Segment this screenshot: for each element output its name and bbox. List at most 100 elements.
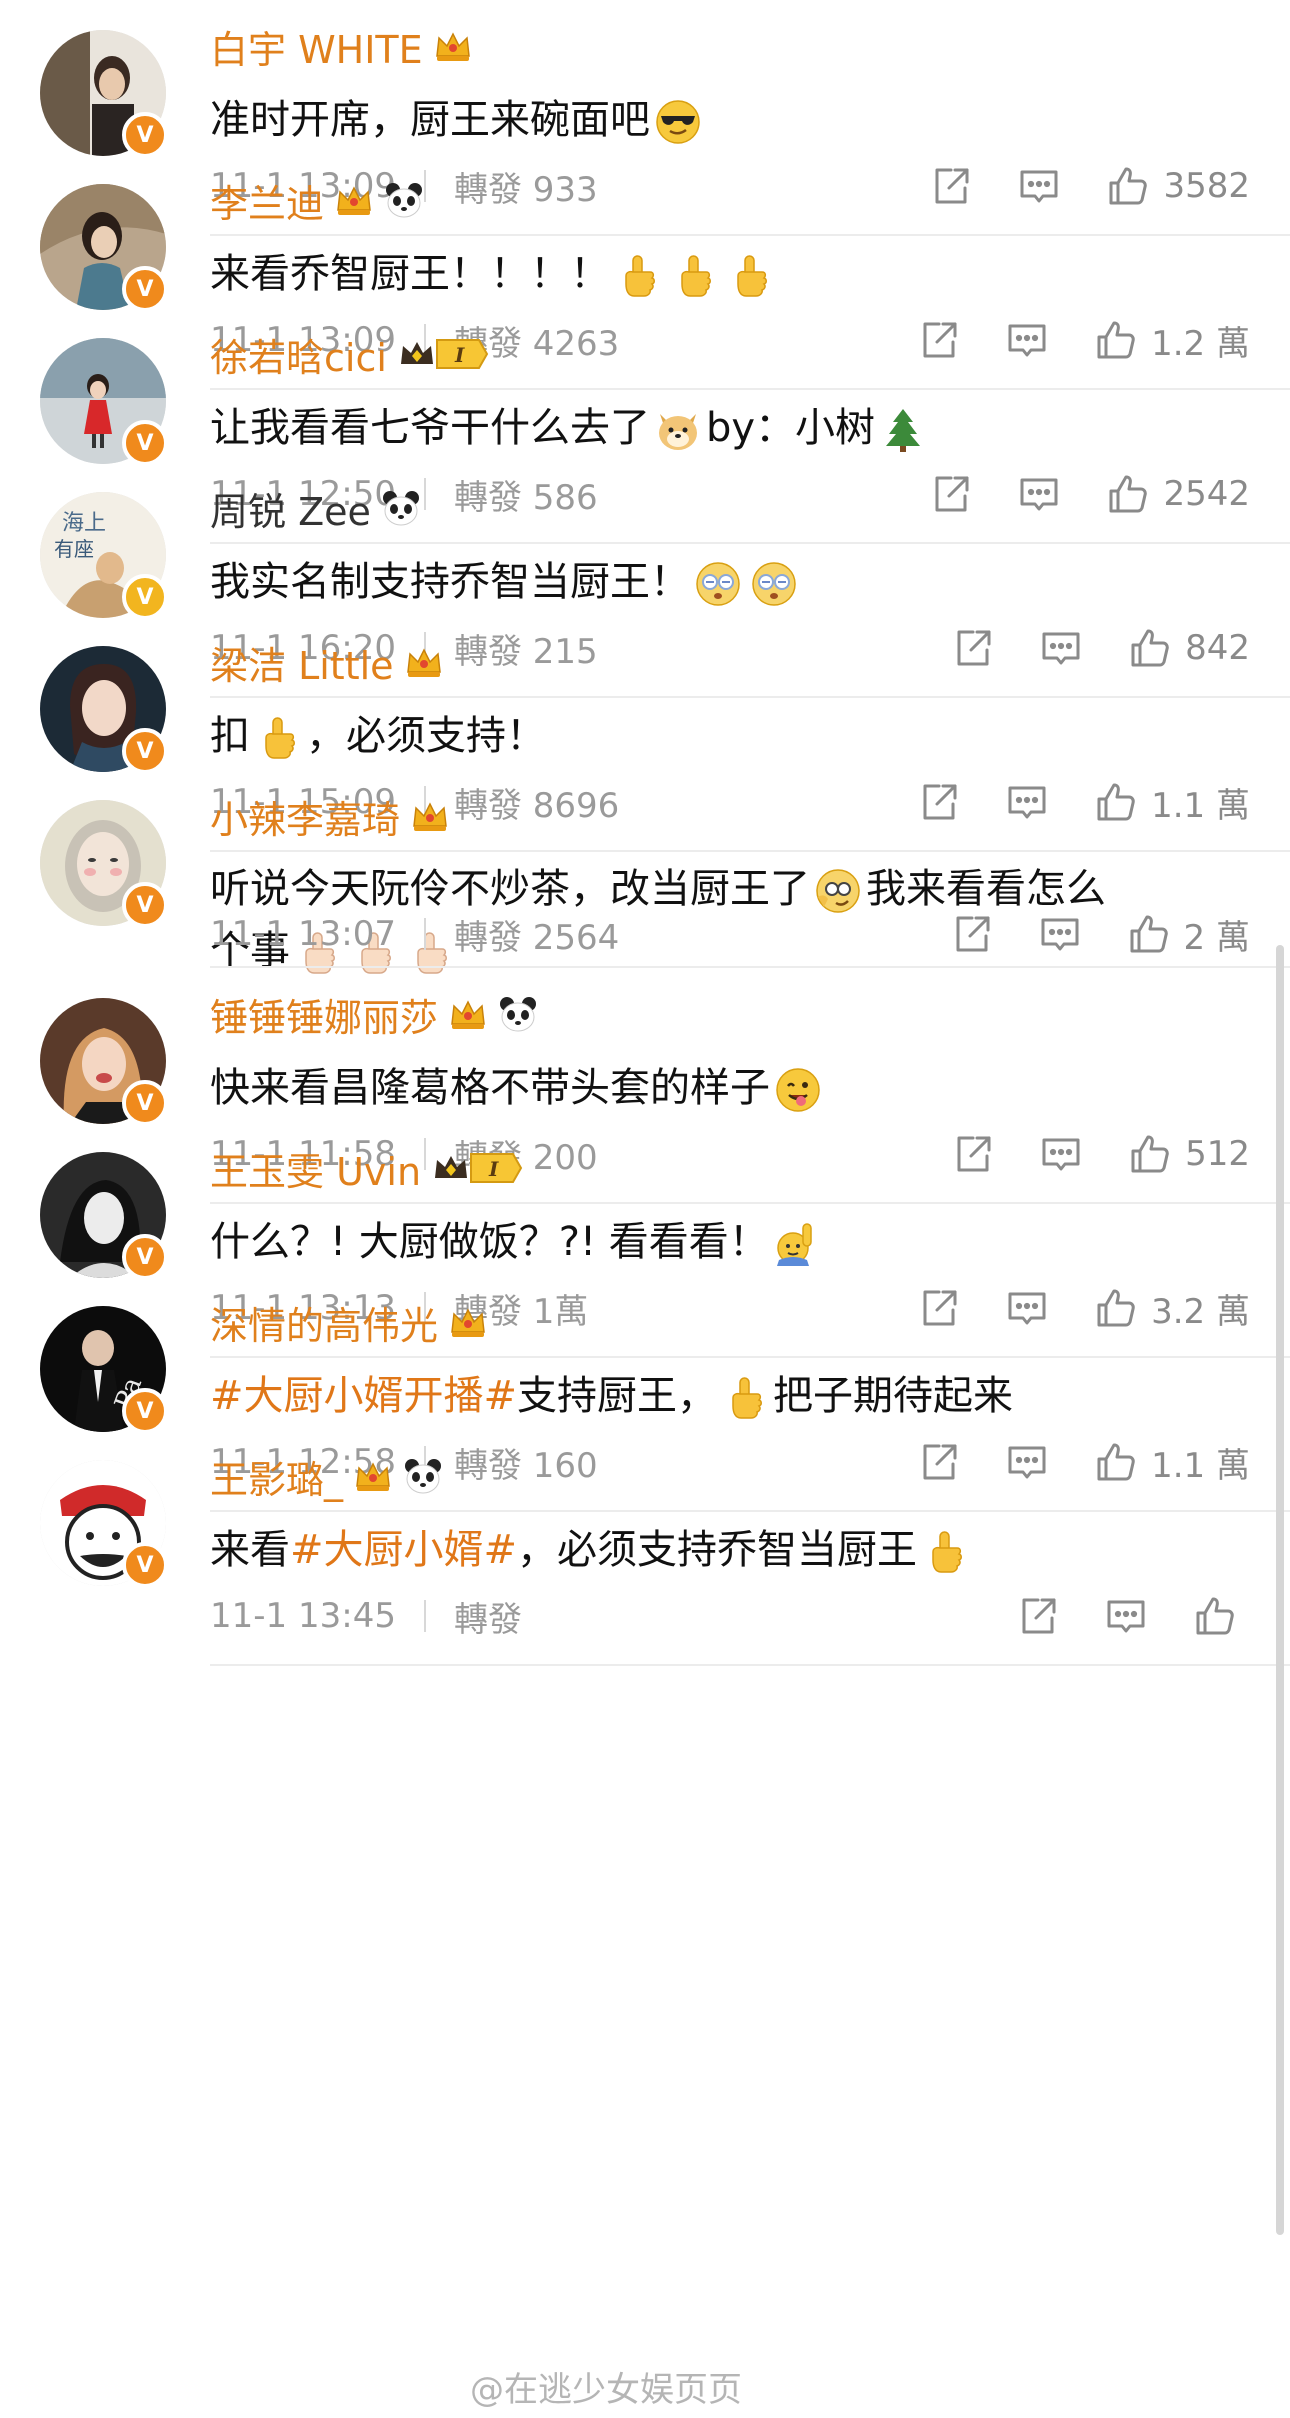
repost-count[interactable]: 轉發 bbox=[454, 1592, 522, 1641]
repost-count[interactable]: 轉發 2564 bbox=[454, 910, 619, 959]
verified-badge-icon: V bbox=[122, 728, 168, 774]
cool-emoji-icon bbox=[654, 98, 702, 146]
name-row: 周锐 Zee bbox=[210, 480, 421, 536]
tree-emoji-icon bbox=[879, 406, 927, 454]
name-row: 王影璐_ bbox=[210, 1448, 443, 1504]
comment-text-segment: 我来看看怎么 bbox=[866, 866, 1106, 912]
verified-badge-icon: V bbox=[122, 1542, 168, 1588]
name-row: 梁洁 Little bbox=[210, 634, 444, 690]
verified-badge-icon: V bbox=[122, 1234, 168, 1280]
comment-feed: V 白宇 WHITE 准时开席，厨王来碗面吧 11-1 13:09 轉發 933 3582… bbox=[0, 0, 1290, 2418]
comment-text: 来看乔智厨王！！！！ bbox=[210, 242, 1250, 306]
row-divider bbox=[210, 1664, 1290, 1666]
point-up-emoji-icon bbox=[614, 252, 662, 300]
crown-icon bbox=[410, 798, 450, 834]
like-count: 2 萬 bbox=[1183, 917, 1250, 958]
action-bar: 2 萬 bbox=[950, 908, 1250, 960]
username[interactable]: 白宇 WHITE bbox=[210, 19, 423, 74]
verified-badge-icon: V bbox=[122, 266, 168, 312]
name-row: 白宇 WHITE bbox=[210, 18, 473, 74]
comment-text-segment: 快来看昌隆葛格不带头套的样子 bbox=[210, 1065, 770, 1111]
comment-text-segment: 把子期待起来 bbox=[773, 1373, 1014, 1419]
meta-row: 11-1 13:45 轉發 bbox=[210, 1590, 1250, 1642]
svg-text:海上: 海上 bbox=[62, 511, 106, 536]
username[interactable]: 小辣李嘉琦 bbox=[210, 789, 400, 844]
crown-icon bbox=[448, 1304, 488, 1340]
point-up-emoji-icon bbox=[254, 714, 302, 762]
comment-text: 扣 ，必须支持！ bbox=[210, 704, 1250, 768]
panda-icon bbox=[381, 489, 421, 527]
comment-text-segment: 我实名制支持乔智当厨王！ bbox=[210, 559, 690, 605]
raise-emoji-icon bbox=[773, 1220, 821, 1268]
membership-level-badge-icon: I bbox=[431, 1148, 523, 1188]
username[interactable]: 王玉雯 Uvin bbox=[210, 1141, 421, 1196]
timestamp: 11-1 13:07 bbox=[210, 914, 396, 954]
verified-badge-icon: V bbox=[122, 882, 168, 928]
share-button[interactable] bbox=[1016, 1594, 1060, 1638]
svg-text:I: I bbox=[488, 1157, 499, 1181]
point-up-emoji-icon bbox=[721, 1374, 769, 1422]
comment-text-segment: ，必须支持！ bbox=[306, 713, 546, 759]
username[interactable]: 李兰迪 bbox=[210, 173, 324, 228]
timestamp: 11-1 13:45 bbox=[210, 1596, 396, 1636]
crown-icon bbox=[404, 644, 444, 680]
name-row: 王玉雯 Uvin I bbox=[210, 1140, 523, 1196]
tongue-emoji-icon bbox=[774, 1066, 822, 1114]
verified-badge-icon: V bbox=[122, 420, 168, 466]
name-row: 李兰迪 bbox=[210, 172, 424, 228]
svg-text:有座: 有座 bbox=[54, 537, 94, 561]
share-button[interactable] bbox=[950, 912, 994, 956]
panda-icon bbox=[384, 181, 424, 219]
verified-badge-icon: V bbox=[122, 1080, 168, 1126]
like-button[interactable] bbox=[1192, 1594, 1250, 1638]
comment-text: 准时开席，厨王来碗面吧 bbox=[210, 88, 1250, 152]
dizzy-emoji-icon bbox=[750, 560, 798, 608]
comment-text-segment: 来看乔智厨王！！！！ bbox=[210, 251, 610, 297]
dog-emoji-icon bbox=[654, 406, 702, 454]
comment-text-segment: 来看 bbox=[210, 1527, 290, 1573]
comment-text: #大厨小婿开播#支持厨王， 把子期待起来 bbox=[210, 1364, 1250, 1428]
comment-text-segment: 支持厨王， bbox=[517, 1373, 718, 1419]
username[interactable]: 王影璐_ bbox=[210, 1449, 343, 1504]
comment-text: 我实名制支持乔智当厨王！ bbox=[210, 550, 1250, 614]
hashtag-link[interactable]: #大厨小婿# bbox=[290, 1527, 517, 1573]
comment-text: 让我看看七爷干什么去了 by：小树 bbox=[210, 396, 1250, 460]
dizzy-emoji-icon bbox=[694, 560, 742, 608]
point-up-emoji-icon bbox=[921, 1528, 969, 1576]
divider bbox=[423, 1600, 426, 1632]
verified-badge-icon: V bbox=[122, 1388, 168, 1434]
username[interactable]: 梁洁 Little bbox=[210, 635, 394, 690]
panda-icon bbox=[498, 995, 538, 1033]
comment-button[interactable] bbox=[1104, 1594, 1148, 1638]
comment-text: 什么？! 大厨做饭？?! 看看看！ bbox=[210, 1210, 1250, 1274]
comment-item: V 小辣李嘉琦 听说今天阮伶不炒茶，改当厨王了 我来看看怎么 个事 11-1 13:07 轉… bbox=[0, 770, 1290, 974]
name-row: 深情的高伟光 bbox=[210, 1294, 488, 1350]
like-button[interactable]: 2 萬 bbox=[1126, 910, 1250, 959]
comment-text-segment: by：小树 bbox=[706, 405, 876, 451]
name-row: 小辣李嘉琦 bbox=[210, 788, 450, 844]
crown-icon bbox=[353, 1458, 393, 1494]
comment-text: 快来看昌隆葛格不带头套的样子 bbox=[210, 1056, 1250, 1120]
username[interactable]: 徐若晗cici bbox=[210, 327, 387, 382]
comment-text-segment: 让我看看七爷干什么去了 bbox=[210, 405, 650, 451]
comment-text-segment: ，必须支持乔智当厨王 bbox=[517, 1527, 918, 1573]
svg-text:I: I bbox=[454, 343, 465, 367]
username[interactable]: 周锐 Zee bbox=[210, 481, 371, 536]
scrollbar[interactable] bbox=[1276, 945, 1284, 2235]
username[interactable]: 深情的高伟光 bbox=[210, 1295, 438, 1350]
watermark: @在逃少女娱页页 bbox=[470, 2370, 742, 2410]
comment-button[interactable] bbox=[1038, 912, 1082, 956]
point-up-emoji-icon bbox=[670, 252, 718, 300]
point-up-emoji-icon bbox=[726, 252, 774, 300]
comment-text-segment: 扣 bbox=[210, 713, 250, 759]
username[interactable]: 锤锤锤娜丽莎 bbox=[210, 987, 438, 1042]
crown-icon bbox=[334, 182, 374, 218]
comment-item: V 王影璐_ 来看#大厨小婿#，必须支持乔智当厨王 11-1 13:45 轉發 bbox=[0, 1430, 1290, 1666]
action-bar bbox=[1016, 1590, 1250, 1642]
crown-icon bbox=[433, 28, 473, 64]
verified-badge-icon: V bbox=[122, 112, 168, 158]
hashtag-link[interactable]: #大厨小婿开播# bbox=[210, 1373, 517, 1419]
comment-text-segment: 听说今天阮伶不炒茶，改当厨王了 bbox=[210, 866, 810, 912]
divider bbox=[423, 918, 426, 950]
meta-row: 11-1 13:07 轉發 2564 2 萬 bbox=[210, 908, 1250, 960]
